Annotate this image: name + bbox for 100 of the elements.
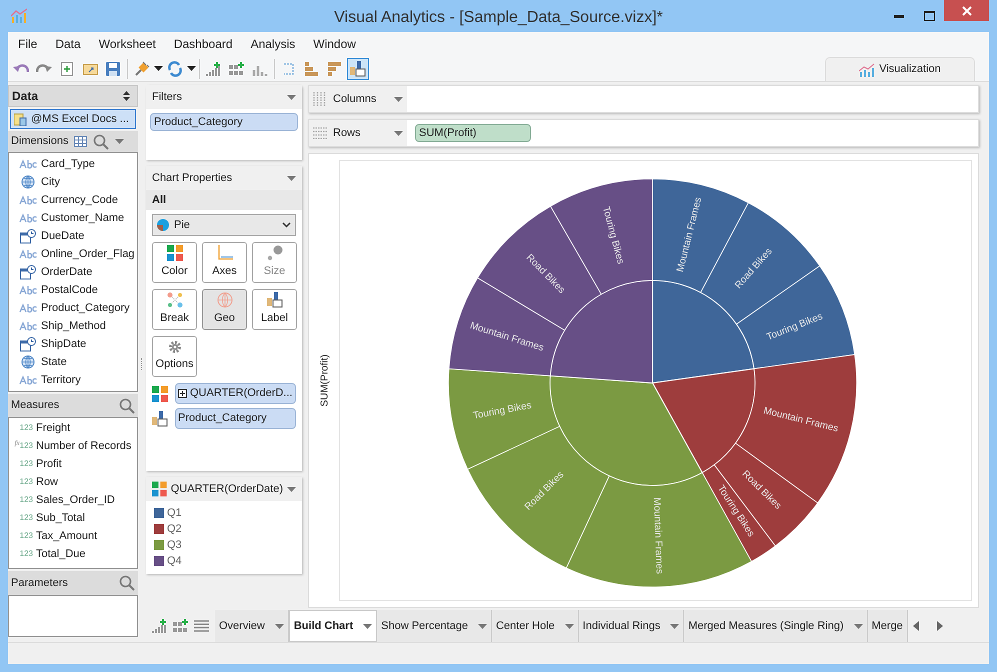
menu-item[interactable]: File — [18, 35, 38, 53]
menu-item[interactable]: Worksheet — [98, 35, 156, 53]
dimension-item[interactable]: Territory — [9, 371, 137, 389]
shelf-label: Rows — [333, 126, 361, 141]
label-chart-icon — [152, 410, 168, 426]
measure-item[interactable]: 123 Tax_Amount — [9, 527, 137, 545]
rows-icon — [313, 127, 327, 139]
number-type-label: 123 — [20, 548, 33, 560]
text-type-icon — [19, 195, 37, 205]
folder-icon — [82, 62, 98, 74]
dimension-item[interactable]: OrderDate — [9, 263, 137, 281]
measure-item[interactable]: 123 Freight — [9, 419, 137, 437]
sheet-tab[interactable]: Merged Measures (Single Ring) — [684, 610, 868, 642]
dimension-item[interactable]: PostalCode — [9, 281, 137, 299]
sheet-tab[interactable]: Merge — [868, 610, 908, 642]
legend-label: Q4 — [167, 554, 182, 569]
data-source-item[interactable]: @MS Excel Docs ... — [10, 109, 136, 129]
axes-icon — [216, 245, 232, 262]
dimension-item[interactable]: Product_Category — [9, 299, 137, 317]
expand-plus-icon[interactable] — [178, 389, 187, 398]
menu-item[interactable]: Data — [55, 35, 81, 53]
dimension-item[interactable]: ShipDate — [9, 335, 137, 353]
measure-item[interactable]: 123 Sub_Total — [9, 509, 137, 527]
sheet-tab[interactable]: Center Hole — [492, 610, 579, 642]
panel-title: Data — [12, 88, 38, 105]
text-type-icon — [19, 249, 37, 259]
bar-chart-plus-icon — [206, 60, 222, 76]
property-button[interactable]: Options — [152, 336, 197, 377]
chart-logo-icon — [859, 62, 876, 76]
sheet-tab[interactable]: Overview — [215, 610, 289, 642]
color-squares-icon — [152, 386, 168, 402]
dimension-item[interactable]: Currency_Code — [9, 191, 137, 209]
minimize-icon — [894, 14, 904, 18]
property-button[interactable]: Geo — [202, 289, 247, 330]
measure-item[interactable]: 123 Sales_Order_ID — [9, 491, 137, 509]
label-chart-icon — [350, 60, 366, 76]
sort-arrows-icon[interactable] — [123, 91, 130, 101]
measure-pill[interactable]: SUM(Profit) — [415, 124, 531, 142]
show-labels-button[interactable] — [347, 58, 369, 80]
table-icon[interactable] — [74, 136, 88, 147]
number-type-label: 123 — [20, 530, 33, 542]
slice-label: Touring Bikes — [600, 204, 626, 265]
assigned-field-pill[interactable]: Product_Category — [175, 408, 296, 429]
number-type-label: 123 — [20, 512, 33, 524]
menu-item[interactable]: Window — [313, 35, 356, 53]
scroll-right-icon[interactable] — [937, 621, 943, 631]
measure-item[interactable]: 123 Row — [9, 473, 137, 491]
menu-item[interactable]: Analysis — [250, 35, 296, 53]
sheet-tab[interactable]: Show Percentage — [377, 610, 492, 642]
dimension-item[interactable]: DueDate — [9, 227, 137, 245]
dimension-item[interactable]: Customer_Name — [9, 209, 137, 227]
assigned-field-pill[interactable]: QUARTER(OrderD... — [175, 383, 296, 404]
property-button[interactable]: Color — [152, 242, 197, 283]
property-button[interactable]: Break — [152, 289, 197, 330]
columns-icon — [313, 92, 327, 106]
slice-label: Touring Bikes — [765, 310, 824, 342]
slice-label: Mountain Frames — [762, 404, 840, 434]
dropdown-caret-icon[interactable] — [187, 66, 196, 71]
legend-label: Q3 — [167, 538, 182, 553]
new-dashboard-icon[interactable] — [173, 618, 189, 634]
section-title: Parameters — [11, 576, 68, 591]
sheet-tab[interactable]: Individual Rings — [578, 610, 684, 642]
property-button[interactable]: Label — [252, 289, 297, 330]
dimension-item[interactable]: Ship_Method — [9, 317, 137, 335]
dimension-item[interactable]: City — [9, 173, 137, 191]
dots-icon — [266, 245, 282, 262]
measure-item[interactable]: 123 Total_Due — [9, 545, 137, 563]
number-type-label: 123 — [20, 476, 33, 488]
search-icon[interactable] — [93, 134, 110, 150]
panel-title: Filters — [152, 90, 182, 105]
dimension-item[interactable]: State — [9, 353, 137, 371]
list-icon[interactable] — [194, 620, 209, 632]
globe-icon — [21, 355, 35, 369]
search-icon[interactable] — [119, 575, 135, 591]
search-icon[interactable] — [119, 398, 135, 414]
panel-title: Chart Properties — [152, 170, 232, 186]
plug-icon — [134, 60, 150, 76]
measure-item[interactable]: 123 Profit — [9, 455, 137, 473]
close-icon — [962, 6, 972, 16]
new-file-icon — [61, 62, 73, 76]
sheet-tab[interactable]: Build Chart — [288, 610, 378, 642]
filter-pill[interactable]: Product_Category — [150, 113, 298, 131]
close-button[interactable] — [944, 0, 989, 21]
slice-label: Mountain Frames — [650, 496, 665, 574]
dimension-item[interactable]: Card_Type — [9, 155, 137, 173]
scroll-left-icon[interactable] — [913, 621, 919, 631]
section-title: Measures — [11, 398, 60, 414]
text-type-icon — [19, 213, 37, 223]
globe-icon — [21, 175, 35, 189]
chevron-down-icon — [282, 222, 291, 228]
dimension-item[interactable]: Online_Order_Flag — [9, 245, 137, 263]
refresh-icon — [167, 60, 183, 76]
legend-title: QUARTER(OrderDate) — [170, 482, 283, 497]
calendar-clock-icon — [20, 264, 36, 280]
property-button[interactable]: Axes — [202, 242, 247, 283]
menu-item[interactable]: Dashboard — [174, 35, 233, 53]
new-chart-sheet-icon[interactable] — [152, 618, 168, 634]
chart-type-dropdown[interactable]: Pie — [152, 214, 296, 236]
window-title: Visual Analytics - [Sample_Data_Source.vizx]* — [333, 8, 664, 28]
dropdown-caret-icon[interactable] — [154, 66, 163, 71]
